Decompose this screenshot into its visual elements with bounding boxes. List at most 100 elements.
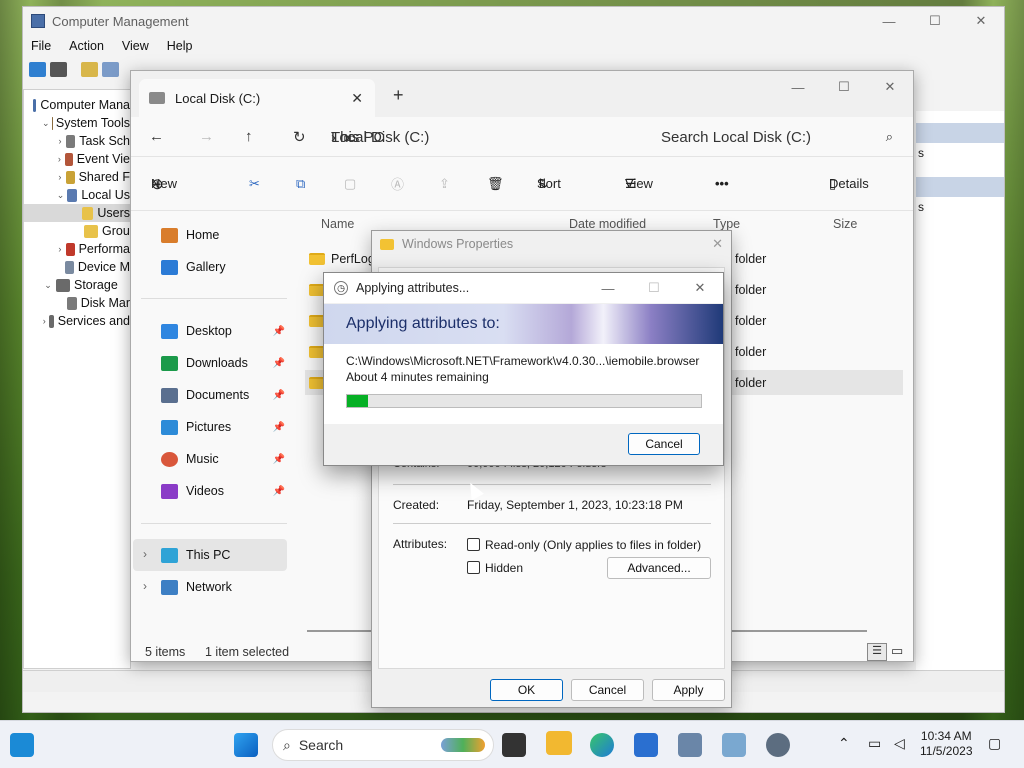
- taskbar-search[interactable]: ⌕ Search: [272, 729, 494, 761]
- start-icon[interactable]: [234, 733, 258, 757]
- search-box[interactable]: Search Local Disk (C:) ⌕: [651, 121, 913, 153]
- tree-item[interactable]: › Task Sch: [24, 132, 130, 150]
- store-icon[interactable]: [634, 733, 658, 757]
- readonly-checkbox[interactable]: [467, 538, 480, 551]
- nav-pictures[interactable]: Pictures 📌: [161, 415, 287, 439]
- address-bar[interactable]: ▭ › This PC › Local Disk (C:) ›: [331, 121, 643, 153]
- close-button[interactable]: ✕: [958, 7, 1004, 35]
- delete-icon[interactable]: 🗑: [487, 176, 504, 192]
- back-icon[interactable]: ←: [149, 128, 164, 145]
- actions-item[interactable]: s: [916, 143, 1004, 163]
- new-tab-icon[interactable]: +: [393, 85, 404, 106]
- tree-item[interactable]: ⌄ System Tools: [24, 114, 130, 132]
- ok-button[interactable]: OK: [490, 679, 563, 701]
- hidden-checkbox[interactable]: [467, 561, 480, 574]
- close-button[interactable]: ✕: [867, 73, 913, 101]
- tree-item[interactable]: Computer Mana: [24, 96, 130, 114]
- show-hide-tree-icon[interactable]: [102, 61, 119, 77]
- tree-item[interactable]: › Event Vie: [24, 150, 130, 168]
- minimize-button[interactable]: —: [866, 7, 912, 35]
- back-icon[interactable]: [29, 61, 46, 77]
- paste-icon[interactable]: ▢: [344, 176, 356, 192]
- up-folder-icon[interactable]: [81, 61, 98, 77]
- details-view-icon[interactable]: ☰: [867, 643, 887, 661]
- column-name[interactable]: Name: [321, 217, 354, 231]
- new-button[interactable]: ⊕ New ⌄: [151, 175, 177, 193]
- expand-icon[interactable]: ⌄: [56, 186, 65, 204]
- tree-item[interactable]: › Services and: [24, 312, 130, 330]
- settings-icon[interactable]: [766, 733, 790, 757]
- task-view-icon[interactable]: [502, 733, 526, 757]
- column-size[interactable]: Size: [833, 217, 857, 231]
- maximize-button[interactable]: ☐: [631, 273, 677, 303]
- nav-videos[interactable]: Videos 📌: [161, 479, 287, 503]
- chevron-right-icon[interactable]: ›: [143, 579, 147, 593]
- notifications-icon[interactable]: ▢: [988, 735, 1001, 752]
- tree-item[interactable]: › Performa: [24, 240, 130, 258]
- tree-item[interactable]: ⌄ Storage: [24, 276, 130, 294]
- expand-icon[interactable]: ›: [56, 150, 63, 168]
- forward-icon[interactable]: →: [199, 128, 214, 145]
- tab-close-icon[interactable]: ✕: [351, 90, 363, 107]
- performance-monitor-icon[interactable]: [722, 733, 746, 757]
- close-icon[interactable]: ✕: [712, 236, 723, 252]
- expand-icon[interactable]: ›: [42, 312, 47, 330]
- search-icon[interactable]: ⌕: [886, 129, 893, 145]
- actions-header[interactable]: [916, 177, 1004, 197]
- expand-icon[interactable]: ›: [56, 168, 64, 186]
- menu-help[interactable]: Help: [167, 39, 193, 53]
- expand-icon[interactable]: ›: [56, 240, 64, 258]
- expand-icon[interactable]: ⌄: [42, 276, 54, 294]
- nav-gallery[interactable]: Gallery: [161, 255, 287, 279]
- widgets-icon[interactable]: [10, 733, 34, 757]
- chevron-up-icon[interactable]: ⌃: [838, 735, 850, 752]
- nav-desktop[interactable]: Desktop 📌: [161, 319, 287, 343]
- expand-icon[interactable]: ›: [56, 132, 64, 150]
- close-button[interactable]: ✕: [677, 273, 723, 303]
- forward-icon[interactable]: [50, 61, 67, 77]
- minimize-button[interactable]: —: [585, 273, 631, 303]
- network-status-icon[interactable]: ▭: [868, 735, 881, 752]
- maximize-button[interactable]: ☐: [821, 73, 867, 101]
- computer-management-taskbar-icon[interactable]: [678, 733, 702, 757]
- tree-item[interactable]: Grou: [24, 222, 130, 240]
- refresh-icon[interactable]: ↻: [293, 128, 306, 146]
- menu-view[interactable]: View: [122, 39, 149, 53]
- nav-network[interactable]: Network: [161, 575, 287, 599]
- tree-item[interactable]: ⌄ Local Us: [24, 186, 130, 204]
- apply-button[interactable]: Apply: [652, 679, 725, 701]
- nav-downloads[interactable]: Downloads 📌: [161, 351, 287, 375]
- nav-this-pc[interactable]: This PC: [161, 543, 287, 567]
- expand-icon[interactable]: ⌄: [42, 114, 50, 132]
- column-type[interactable]: Type: [713, 217, 740, 231]
- copy-icon[interactable]: ⧉: [296, 176, 305, 192]
- column-date-modified[interactable]: Date modified: [569, 217, 646, 231]
- volume-mute-icon[interactable]: ◁: [894, 735, 905, 752]
- clock[interactable]: 10:34 AM 11/5/2023: [920, 729, 973, 759]
- tree-item[interactable]: Users: [24, 204, 130, 222]
- cancel-button[interactable]: Cancel: [571, 679, 644, 701]
- tree-item[interactable]: › Shared F: [24, 168, 130, 186]
- nav-music[interactable]: Music 📌: [161, 447, 287, 471]
- cut-icon[interactable]: ✂: [249, 176, 260, 192]
- minimize-button[interactable]: —: [775, 73, 821, 101]
- file-explorer-taskbar-icon[interactable]: [546, 731, 572, 755]
- maximize-button[interactable]: ☐: [912, 7, 958, 35]
- menu-action[interactable]: Action: [69, 39, 104, 53]
- up-icon[interactable]: ↑: [245, 128, 253, 145]
- tree-item[interactable]: Device M: [24, 258, 130, 276]
- chevron-right-icon[interactable]: ›: [143, 547, 147, 561]
- share-icon[interactable]: ⇪: [439, 176, 450, 192]
- edge-icon[interactable]: [590, 733, 614, 757]
- actions-item[interactable]: s: [916, 197, 1004, 217]
- nav-documents[interactable]: Documents 📌: [161, 383, 287, 407]
- actions-header[interactable]: [916, 123, 1004, 143]
- more-options-icon[interactable]: •••: [715, 176, 729, 191]
- nav-home[interactable]: Home: [161, 223, 287, 247]
- advanced-button[interactable]: Advanced...: [607, 557, 711, 579]
- tab-local-disk[interactable]: Local Disk (C:) ✕: [139, 79, 375, 117]
- cancel-button[interactable]: Cancel: [628, 433, 700, 455]
- menu-file[interactable]: File: [31, 39, 51, 53]
- tree-item[interactable]: Disk Mar: [24, 294, 130, 312]
- rename-icon[interactable]: Ⓐ: [391, 174, 404, 193]
